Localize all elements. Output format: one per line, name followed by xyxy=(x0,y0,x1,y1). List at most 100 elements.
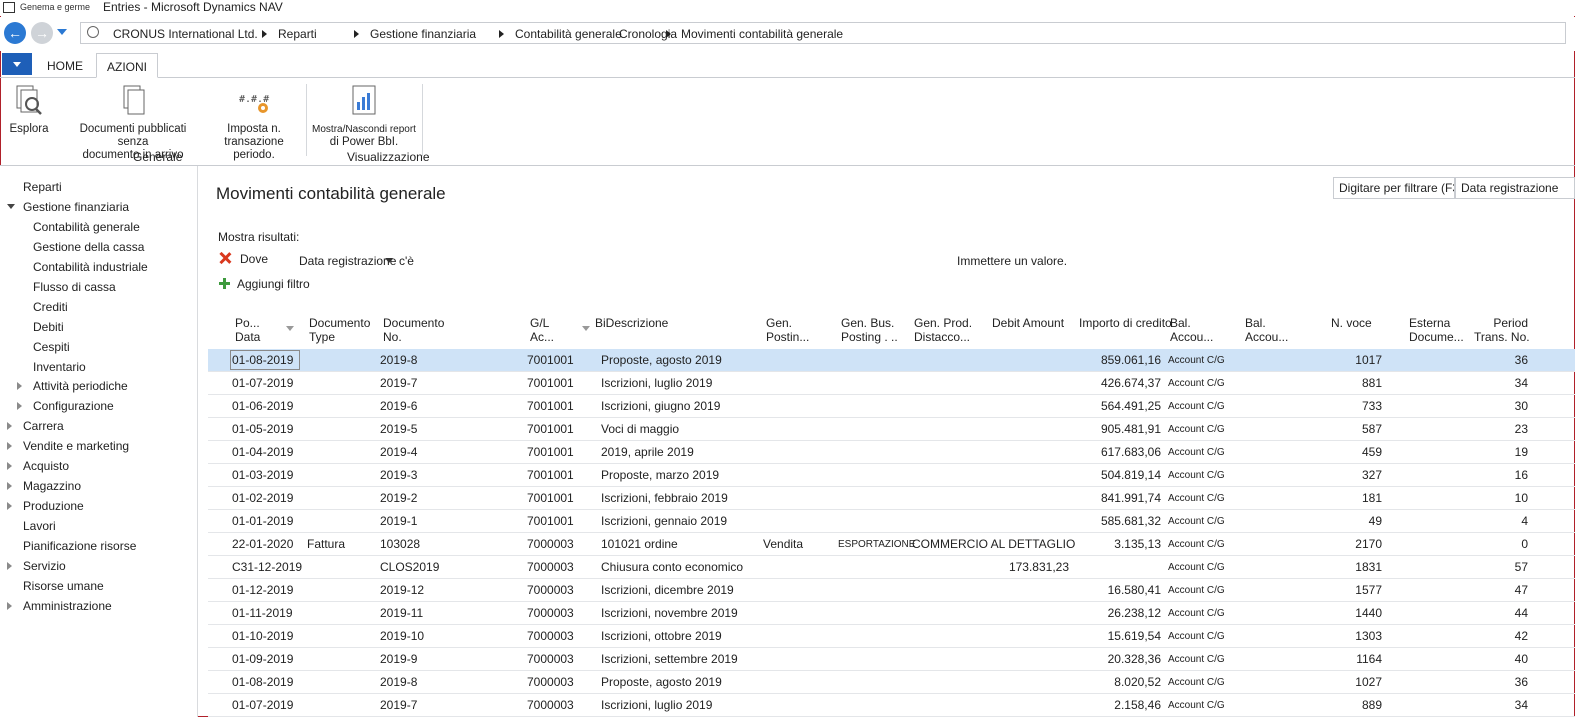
column-header-gen-bus-posting[interactable]: Gen. Bus. Posting . .. xyxy=(841,316,898,344)
cell-credit-amount[interactable]: 20.328,36 xyxy=(1071,652,1161,666)
sidebar-item-administration[interactable]: Amministrazione xyxy=(23,599,112,613)
cell-gl-account[interactable]: 7000003 xyxy=(527,560,574,574)
sidebar-item-fixed-assets[interactable]: Cespiti xyxy=(33,340,70,354)
cell-period-trans-no[interactable]: 4 xyxy=(1488,514,1528,528)
breadcrumb-company[interactable]: CRONUS International Ltd. xyxy=(113,27,258,41)
cell-gl-account[interactable]: 7001001 xyxy=(527,422,574,436)
cell-gl-account[interactable]: 7000003 xyxy=(527,629,574,643)
cell-bal-account-type[interactable]: Account C/G xyxy=(1168,562,1225,573)
cell-document-no[interactable]: 103028 xyxy=(380,537,420,551)
cell-credit-amount[interactable]: 26.238,12 xyxy=(1071,606,1161,620)
table-row[interactable]: 01-12-2019 2019-12 7000003 Iscrizioni, dice… xyxy=(208,579,1575,602)
cell-entry-no[interactable]: 1440 xyxy=(1322,606,1382,620)
sidebar-item-carrera[interactable]: Carrera xyxy=(23,419,64,433)
cell-document-no[interactable]: 2019-8 xyxy=(380,675,417,689)
collapse-icon[interactable] xyxy=(7,204,15,209)
table-row[interactable]: 01-02-2019 2019-2 7001001 Iscrizioni, febbr… xyxy=(208,487,1575,510)
cell-period-trans-no[interactable]: 57 xyxy=(1488,560,1528,574)
sidebar-item-cash-management[interactable]: Gestione della cassa xyxy=(33,240,144,254)
cell-entry-no[interactable]: 1577 xyxy=(1322,583,1382,597)
expand-icon[interactable] xyxy=(17,382,22,390)
cell-gl-account[interactable]: 7001001 xyxy=(527,445,574,459)
expand-icon[interactable] xyxy=(7,462,12,470)
cell-document-no[interactable]: 2019-3 xyxy=(380,468,417,482)
cell-period-trans-no[interactable]: 0 xyxy=(1488,537,1528,551)
cell-gen-posting-type[interactable]: Vendita xyxy=(763,537,803,551)
cell-bal-account-type[interactable]: Account C/G xyxy=(1168,424,1225,435)
cell-document-no[interactable]: 2019-6 xyxy=(380,399,417,413)
forward-button[interactable]: → xyxy=(31,22,53,44)
column-header-description[interactable]: BiDescrizione xyxy=(595,316,668,330)
cell-credit-amount[interactable]: 16.580,41 xyxy=(1071,583,1161,597)
cell-description[interactable]: Iscrizioni, novembre 2019 xyxy=(601,606,738,620)
table-row[interactable]: 01-06-2019 2019-6 7001001 Iscrizioni, giugn… xyxy=(208,395,1575,418)
cell-document-no[interactable]: 2019-9 xyxy=(380,652,417,666)
chevron-down-icon[interactable] xyxy=(385,258,393,263)
cell-period-trans-no[interactable]: 30 xyxy=(1488,399,1528,413)
cell-description[interactable]: Iscrizioni, luglio 2019 xyxy=(601,376,712,390)
cell-entry-no[interactable]: 889 xyxy=(1322,698,1382,712)
cell-credit-amount[interactable]: 585.681,32 xyxy=(1071,514,1161,528)
cell-credit-amount[interactable]: 15.619,54 xyxy=(1071,629,1161,643)
cell-posting-date[interactable]: 01-06-2019 xyxy=(232,399,293,413)
expand-icon[interactable] xyxy=(7,502,12,510)
cell-period-trans-no[interactable]: 47 xyxy=(1488,583,1528,597)
sidebar-item-purchasing[interactable]: Acquisto xyxy=(23,459,69,473)
chevron-right-icon[interactable] xyxy=(354,30,359,38)
sidebar-item-human-resources[interactable]: Risorse umane xyxy=(23,579,104,593)
expand-icon[interactable] xyxy=(7,422,12,430)
cell-posting-date[interactable]: 01-05-2019 xyxy=(232,422,293,436)
table-row[interactable]: 01-07-2019 2019-7 7000003 Iscrizioni, lugli… xyxy=(208,694,1575,717)
table-row[interactable]: 01-01-2019 2019-1 7001001 Iscrizioni, genna… xyxy=(208,510,1575,533)
cell-bal-account-type[interactable]: Account C/G xyxy=(1168,539,1225,550)
expand-icon[interactable] xyxy=(7,442,12,450)
cell-description[interactable]: Voci di maggio xyxy=(601,422,679,436)
column-header-entry-no[interactable]: N. voce xyxy=(1331,316,1372,330)
explore-button[interactable]: Esplora xyxy=(6,84,52,136)
cell-credit-amount[interactable]: 859.061,16 xyxy=(1071,353,1161,367)
column-header-period-trans-no[interactable]: Period Trans. No. xyxy=(1474,316,1530,344)
cell-bal-account-type[interactable]: Account C/G xyxy=(1168,700,1225,711)
cell-credit-amount[interactable]: 905.481,91 xyxy=(1071,422,1161,436)
sidebar-item-payables[interactable]: Debiti xyxy=(33,320,64,334)
table-row[interactable]: 22-01-2020 Fattura 103028 7000003 101021 ord… xyxy=(208,533,1575,556)
table-row[interactable]: 01-07-2019 2019-7 7001001 Iscrizioni, lugli… xyxy=(208,372,1575,395)
file-menu-button[interactable] xyxy=(2,53,32,75)
back-button[interactable]: ← xyxy=(4,22,26,44)
table-row[interactable]: 01-03-2019 2019-3 7001001 Proposte, marzo 2… xyxy=(208,464,1575,487)
breadcrumb-general-ledger[interactable]: Contabilità generale xyxy=(515,27,622,41)
column-header-external-document[interactable]: Esterna Docume... xyxy=(1409,316,1464,344)
cell-posting-date[interactable]: 22-01-2020 xyxy=(232,537,293,551)
column-header-gen-prod-posting[interactable]: Gen. Prod. Distacco... xyxy=(914,316,972,344)
tab-home[interactable]: HOME xyxy=(38,57,92,75)
chevron-right-icon[interactable] xyxy=(666,30,671,38)
cell-credit-amount[interactable]: 3.135,13 xyxy=(1071,537,1161,551)
table-row[interactable]: 01-10-2019 2019-10 7000003 Iscrizioni, otto… xyxy=(208,625,1575,648)
address-bar[interactable]: CRONUS International Ltd. Reparti Gestio… xyxy=(80,22,1566,44)
cell-gl-account[interactable]: 7001001 xyxy=(527,491,574,505)
cell-gl-account[interactable]: 7001001 xyxy=(527,468,574,482)
breadcrumb-departments[interactable]: Reparti xyxy=(278,27,317,41)
cell-gl-account[interactable]: 7001001 xyxy=(527,376,574,390)
cell-period-trans-no[interactable]: 10 xyxy=(1488,491,1528,505)
cell-description[interactable]: Iscrizioni, luglio 2019 xyxy=(601,698,712,712)
column-header-gl-account[interactable]: G/L Ac... xyxy=(530,316,554,344)
cell-credit-amount[interactable]: 564.491,25 xyxy=(1071,399,1161,413)
cell-period-trans-no[interactable]: 36 xyxy=(1488,353,1528,367)
sort-icon[interactable] xyxy=(286,326,294,331)
cell-posting-date[interactable]: 01-10-2019 xyxy=(232,629,293,643)
cell-bal-account-type[interactable]: Account C/G xyxy=(1168,355,1225,366)
cell-posting-date[interactable]: 01-02-2019 xyxy=(232,491,293,505)
cell-gl-account[interactable]: 7000003 xyxy=(527,675,574,689)
cell-document-no[interactable]: CLOS2019 xyxy=(380,560,439,574)
expand-icon[interactable] xyxy=(7,602,12,610)
cell-description[interactable]: Iscrizioni, gennaio 2019 xyxy=(601,514,727,528)
column-header-gen-posting-type[interactable]: Gen. Postin... xyxy=(766,316,809,344)
cell-gl-account[interactable]: 7001001 xyxy=(527,353,574,367)
search-input[interactable]: Digitare per filtrare (F3) xyxy=(1333,177,1455,199)
sidebar-item-resource-planning[interactable]: Pianificazione risorse xyxy=(23,539,136,553)
sidebar-item-cost-accounting[interactable]: Contabilità industriale xyxy=(33,260,148,274)
cell-entry-no[interactable]: 2170 xyxy=(1322,537,1382,551)
cell-entry-no[interactable]: 1027 xyxy=(1322,675,1382,689)
cell-posting-date[interactable]: 01-07-2019 xyxy=(232,376,293,390)
